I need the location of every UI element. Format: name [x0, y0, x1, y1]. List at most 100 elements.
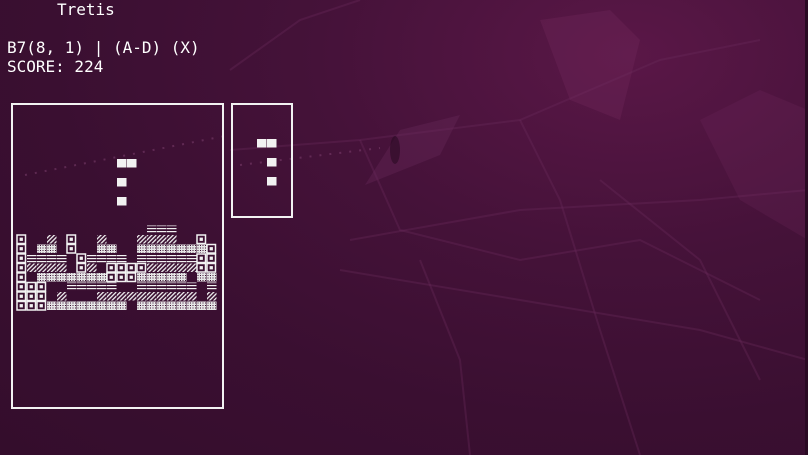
board-block	[67, 301, 77, 310]
board-block-core	[19, 256, 23, 260]
board-block	[167, 244, 177, 253]
board-block	[207, 273, 217, 282]
board-block	[107, 254, 117, 263]
board-block	[27, 263, 37, 272]
board-block	[97, 254, 107, 263]
board-block-core	[69, 247, 73, 251]
board-block-core	[19, 237, 23, 241]
board-block	[47, 301, 57, 310]
board-block	[47, 273, 57, 282]
board-block	[117, 292, 127, 301]
board-block	[197, 244, 207, 253]
board-block-core	[109, 275, 113, 279]
board-block	[97, 292, 107, 301]
board-block	[187, 301, 197, 310]
board-block	[107, 301, 117, 310]
board-block	[167, 263, 177, 272]
board-block	[97, 301, 107, 310]
preview-block	[267, 177, 277, 186]
board-block	[137, 282, 147, 291]
board-block	[157, 254, 167, 263]
board-block	[167, 273, 177, 282]
board-block-core	[209, 247, 213, 251]
board-block	[57, 292, 67, 301]
board-block-core	[69, 237, 73, 241]
board-block	[107, 244, 117, 253]
board-block	[197, 273, 207, 282]
board-block	[77, 273, 87, 282]
board-block	[167, 282, 177, 291]
board-block-core	[39, 294, 43, 298]
preview-block	[267, 158, 277, 167]
board-block	[107, 282, 117, 291]
board-block	[147, 273, 157, 282]
board-block-core	[39, 285, 43, 289]
board-block-core	[39, 304, 43, 308]
board-block	[97, 235, 107, 244]
board-block-core	[199, 256, 203, 260]
board-block	[117, 301, 127, 310]
board-block	[37, 254, 47, 263]
board-block-core	[79, 266, 83, 270]
board-block	[127, 159, 137, 168]
board-block	[187, 282, 197, 291]
board-block	[137, 235, 147, 244]
board-block	[147, 292, 157, 301]
board-block-core	[19, 266, 23, 270]
board-block	[117, 159, 127, 168]
board-block	[177, 301, 187, 310]
board-block	[147, 254, 157, 263]
board-block	[37, 244, 47, 253]
board-block-core	[19, 294, 23, 298]
board-block-core	[199, 266, 203, 270]
board-block	[177, 292, 187, 301]
board-block	[97, 282, 107, 291]
board-block-core	[209, 266, 213, 270]
board-block	[47, 263, 57, 272]
board-block	[187, 244, 197, 253]
board-block	[87, 254, 97, 263]
board-block-core	[29, 285, 33, 289]
board-block	[157, 244, 167, 253]
board-block	[207, 292, 217, 301]
board-block	[117, 178, 127, 187]
board-block-core	[29, 294, 33, 298]
preview-block	[257, 139, 267, 148]
board-block	[157, 282, 167, 291]
board-block	[157, 292, 167, 301]
board-block	[157, 235, 167, 244]
board-block	[87, 263, 97, 272]
board-block	[207, 301, 217, 310]
board-block	[117, 254, 127, 263]
board-block	[187, 263, 197, 272]
board-block	[157, 273, 167, 282]
board-block	[157, 301, 167, 310]
board-block	[187, 292, 197, 301]
board-block-core	[19, 285, 23, 289]
board-block	[167, 301, 177, 310]
board-block	[177, 263, 187, 272]
board-block	[57, 273, 67, 282]
board-block	[117, 197, 127, 206]
board-block-core	[79, 256, 83, 260]
board-block	[67, 273, 77, 282]
board-block	[47, 254, 57, 263]
board-block	[147, 235, 157, 244]
board-block-core	[209, 256, 213, 260]
board-block	[177, 273, 187, 282]
board-block	[177, 282, 187, 291]
board-block	[27, 254, 37, 263]
board-block	[37, 273, 47, 282]
board-block-core	[129, 275, 133, 279]
board-block	[87, 282, 97, 291]
board-block	[97, 273, 107, 282]
board-block-core	[19, 275, 23, 279]
board-block	[137, 301, 147, 310]
board-block	[177, 244, 187, 253]
board-block	[77, 301, 87, 310]
board-block-core	[19, 247, 23, 251]
board-block	[177, 254, 187, 263]
preview-block	[267, 139, 277, 148]
board-block	[157, 225, 167, 234]
board-block	[57, 254, 67, 263]
